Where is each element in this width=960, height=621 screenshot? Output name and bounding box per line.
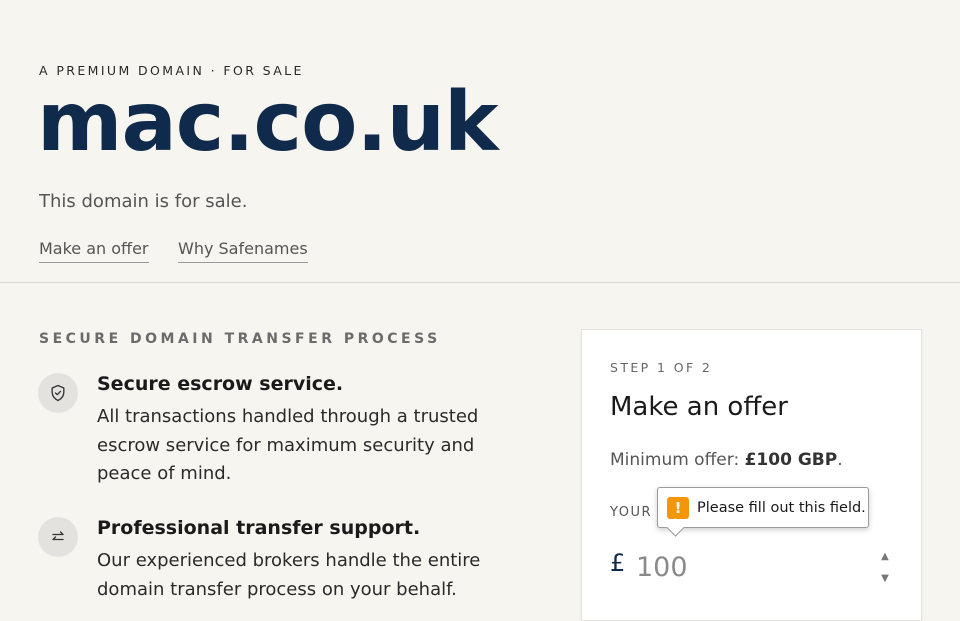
feature-icon-badge <box>38 517 78 557</box>
feature-title: Secure escrow service. <box>97 373 344 395</box>
increment-arrow-icon[interactable]: ▲ <box>878 551 892 562</box>
minimum-offer-text: Minimum offer: £100 GBP. <box>610 450 843 470</box>
minimum-offer-amount: £100 GBP <box>744 450 838 470</box>
offer-amount-input[interactable] <box>632 548 870 586</box>
decrement-arrow-icon[interactable]: ▼ <box>878 573 892 584</box>
transfer-arrows-icon <box>52 531 64 541</box>
offer-card: STEP 1 OF 2 Make an offer Minimum offer:… <box>581 329 922 621</box>
feature-escrow: Secure escrow service. All transactions … <box>38 373 518 493</box>
domain-title: mac.co.uk <box>37 75 499 170</box>
why-safenames-link[interactable]: Why Safenames <box>178 239 308 263</box>
validation-message: Please fill out this field. <box>697 499 866 516</box>
card-title: Make an offer <box>610 392 788 422</box>
make-offer-link[interactable]: Make an offer <box>39 239 149 263</box>
feature-description: All transactions handled through a trust… <box>97 406 479 484</box>
validation-tooltip: ! Please fill out this field. <box>657 487 869 528</box>
feature-transfer: Professional transfer support. Our exper… <box>38 517 518 607</box>
feature-icon-badge <box>38 373 78 413</box>
currency-symbol: £ <box>610 549 626 577</box>
hero-tagline: This domain is for sale. <box>39 191 248 212</box>
feature-title: Professional transfer support. <box>97 517 421 539</box>
step-indicator: STEP 1 OF 2 <box>610 360 713 375</box>
feature-description: Our experienced brokers handle the entir… <box>97 550 481 600</box>
warning-icon: ! <box>667 496 689 519</box>
section-divider <box>0 282 960 283</box>
shield-check-icon <box>51 384 65 402</box>
minimum-offer-suffix: . <box>837 450 843 470</box>
process-section-title: SECURE DOMAIN TRANSFER PROCESS <box>39 331 441 347</box>
minimum-offer-prefix: Minimum offer: <box>610 450 745 470</box>
